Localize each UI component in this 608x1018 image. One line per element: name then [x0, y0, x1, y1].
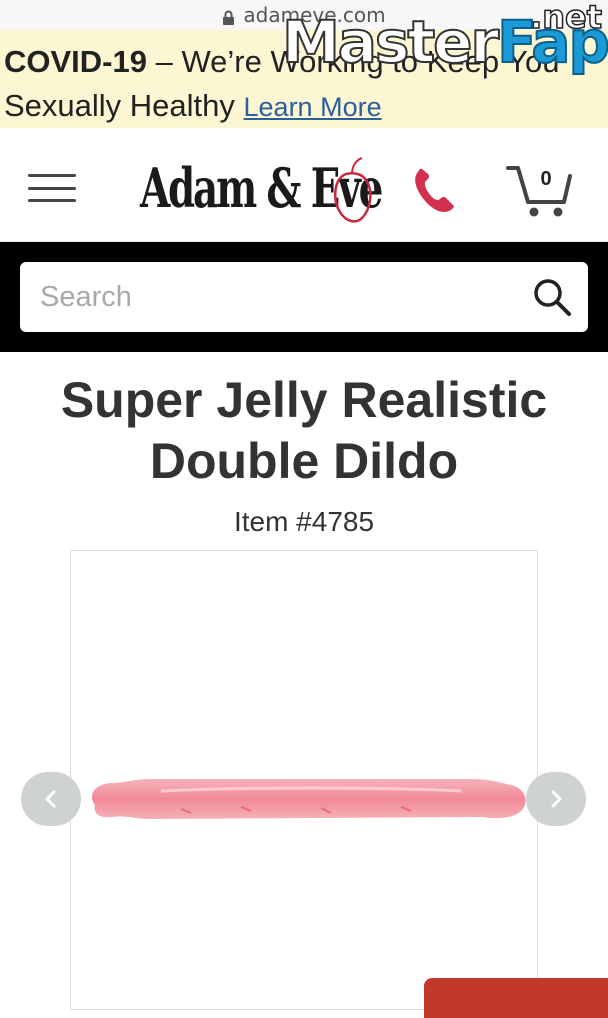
lock-icon — [222, 7, 235, 25]
chevron-left-icon — [45, 790, 56, 808]
chevron-right-icon — [551, 790, 562, 808]
cart-count: 0 — [540, 168, 552, 190]
watermark: .net MasterFap — [281, 0, 608, 73]
phone-icon[interactable] — [410, 166, 460, 216]
banner-bold: COVID-19 — [4, 44, 147, 79]
banner-text-line2: Sexually Healthy — [4, 88, 244, 123]
search-icon[interactable] — [532, 277, 572, 317]
product-image — [91, 779, 526, 819]
search-box[interactable] — [20, 262, 588, 332]
watermark-name-part2: Fap — [496, 8, 608, 76]
search-band — [0, 242, 608, 352]
apple-logo-icon — [333, 157, 372, 223]
menu-icon[interactable] — [28, 174, 76, 202]
carousel-prev-button[interactable] — [21, 772, 81, 826]
floating-action-button[interactable] — [424, 978, 608, 1018]
search-input[interactable] — [40, 280, 480, 314]
product-title: Super Jelly Realistic Double Dildo — [60, 372, 548, 489]
site-header: Adam & Eve 0 — [0, 128, 608, 242]
product-image-frame[interactable] — [70, 550, 538, 1010]
item-number: Item #4785 — [233, 506, 375, 537]
carousel-next-button[interactable] — [526, 772, 586, 826]
learn-more-link[interactable]: Learn More — [244, 92, 382, 122]
watermark-name-part1: Master — [281, 8, 500, 76]
site-logo[interactable]: Adam & Eve — [140, 148, 383, 228]
